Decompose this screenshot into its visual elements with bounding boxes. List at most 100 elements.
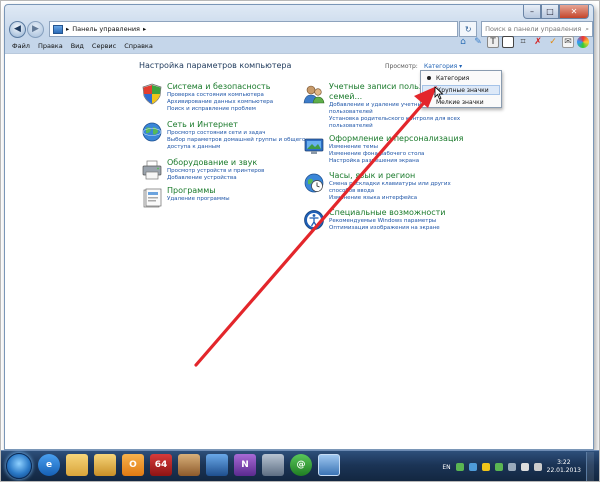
category-appearance: Оформление и персонализация Изменение те… (303, 134, 463, 165)
paint-icon[interactable] (178, 454, 200, 476)
address-bar[interactable]: ▸ Панель управления ▸ (48, 21, 459, 37)
category-link[interactable]: Архивирование данных компьютера (167, 99, 273, 106)
system-tray: EN 3:22 22.01.2013 (442, 451, 594, 482)
mouse-cursor-icon (434, 86, 444, 100)
clock-globe-icon[interactable] (303, 172, 325, 194)
shield-icon[interactable] (141, 83, 163, 105)
dropdown-item-label: Крупные значки (437, 86, 489, 94)
tray-app-icon[interactable] (494, 463, 503, 471)
email-icon[interactable]: @ (290, 454, 312, 476)
address-sep-arrow[interactable]: ▸ (143, 25, 146, 33)
category-link[interactable]: Выбор параметров домашней группы и общег… (167, 137, 305, 144)
pen-icon[interactable]: ✎ (472, 36, 484, 48)
accessibility-icon[interactable] (303, 209, 325, 231)
explorer-icon[interactable] (66, 454, 88, 476)
category-link[interactable]: Изменение языка интерфейса (329, 195, 451, 202)
category-title[interactable]: Специальные возможности (329, 208, 446, 218)
category-body: Сеть и Интернет Просмотр состояния сети … (167, 120, 305, 151)
category-link[interactable]: пользователей (329, 123, 460, 130)
rectangle-icon[interactable] (502, 36, 514, 48)
menu-edit[interactable]: Правка (38, 42, 63, 50)
volume-icon[interactable] (533, 463, 542, 471)
category-link[interactable]: доступа к данным (167, 144, 305, 151)
category-link[interactable]: Просмотр устройств и принтеров (167, 168, 264, 175)
clock-time: 3:22 (557, 459, 571, 466)
category-link[interactable]: Установка родительского контроля для все… (329, 116, 460, 123)
category-title[interactable]: Система и безопасность (167, 82, 273, 92)
window-icon[interactable] (262, 454, 284, 476)
back-button[interactable]: ◀ (9, 20, 26, 38)
search-placeholder: Поиск в панели управления (485, 25, 582, 33)
category-link[interactable]: Оптимизация изображения на экране (329, 225, 446, 232)
printer-icon[interactable] (141, 159, 163, 181)
explorer-folder-icon[interactable] (94, 454, 116, 476)
category-body: Система и безопасность Проверка состояни… (167, 82, 273, 113)
category-link[interactable]: Рекомендуемые Windows параметры (329, 218, 446, 225)
category-link[interactable]: пользователей (329, 109, 460, 116)
color-wheel-icon[interactable] (577, 36, 589, 48)
language-indicator[interactable]: EN (442, 464, 450, 471)
category-title[interactable]: Часы, язык и регион (329, 171, 451, 181)
crop-icon[interactable]: ⌗ (517, 36, 529, 48)
view-label: Просмотр: (385, 63, 418, 70)
category-link[interactable]: Проверка состояния компьютера (167, 92, 273, 99)
check-icon[interactable]: ✓ (547, 36, 559, 48)
category-title[interactable]: Программы (167, 186, 230, 196)
category-clock-region: Часы, язык и регион Смена раскладки клав… (303, 171, 451, 202)
category-link[interactable]: способов ввода (329, 188, 451, 195)
category-body: Программы Удаление программы (167, 186, 230, 209)
tray-app-icon[interactable] (468, 463, 477, 471)
menu-tools[interactable]: Сервис (92, 42, 116, 50)
close-button[interactable]: ✕ (559, 5, 589, 19)
address-item[interactable]: Панель управления (72, 25, 140, 33)
category-title[interactable]: Оформление и персонализация (329, 134, 463, 144)
delete-icon[interactable]: ✗ (532, 36, 544, 48)
globe-network-icon[interactable] (141, 121, 163, 143)
forward-button[interactable]: ▶ (26, 20, 44, 38)
mail-icon[interactable]: ✉ (562, 36, 574, 48)
category-title[interactable]: Сеть и Интернет (167, 120, 305, 130)
clock[interactable]: 3:22 22.01.2013 (547, 459, 581, 475)
appearance-icon[interactable] (303, 135, 325, 157)
maximize-button[interactable]: □ (541, 5, 559, 19)
menu-help[interactable]: Справка (124, 42, 153, 50)
outlook-icon[interactable]: O (122, 454, 144, 476)
dropdown-item-small-icons[interactable]: Мелкие значки (421, 97, 501, 107)
refresh-button[interactable]: ↻ (459, 21, 478, 37)
control-panel-icon[interactable] (318, 454, 340, 476)
minimize-button[interactable]: – (523, 5, 541, 19)
text-icon[interactable]: T (487, 36, 499, 48)
menu-view[interactable]: Вид (71, 42, 84, 50)
menu-file[interactable]: Файл (12, 42, 30, 50)
ie-icon[interactable]: e (38, 454, 60, 476)
search-input[interactable]: Поиск в панели управления ⌕ (481, 21, 593, 37)
monitor-icon[interactable] (206, 454, 228, 476)
flag-icon[interactable] (507, 463, 516, 471)
category-link[interactable]: Просмотр состояния сети и задач (167, 130, 305, 137)
home-icon[interactable]: ⌂ (457, 36, 469, 48)
category-link[interactable]: Изменение темы (329, 144, 463, 151)
tray-app-icon[interactable] (455, 463, 464, 471)
users-icon[interactable] (303, 83, 325, 105)
category-link[interactable]: Изменение фона рабочего стола (329, 151, 463, 158)
tray-app-icon[interactable] (481, 463, 490, 471)
category-link[interactable]: Добавление устройства (167, 175, 264, 182)
dropdown-item-label: Категория (436, 74, 470, 82)
address-root-arrow[interactable]: ▸ (66, 25, 69, 33)
game64-icon[interactable]: 64 (150, 454, 172, 476)
category-link[interactable]: Настройка разрешения экрана (329, 158, 463, 165)
start-button[interactable] (6, 453, 32, 479)
category-title[interactable]: Оборудование и звук (167, 158, 264, 168)
programs-icon[interactable] (141, 187, 163, 209)
view-selector[interactable]: Категория ▾ (424, 63, 462, 70)
onenote-icon[interactable]: N (234, 454, 256, 476)
category-link[interactable]: Поиск и исправление проблем (167, 106, 273, 113)
page-title: Настройка параметров компьютера (139, 61, 292, 70)
network-icon[interactable] (520, 463, 529, 471)
content-area: Настройка параметров компьютера Просмотр… (5, 53, 593, 449)
category-link[interactable]: Смена раскладки клавиатуры или других (329, 181, 451, 188)
show-desktop-button[interactable] (586, 452, 594, 482)
category-link[interactable]: Удаление программы (167, 196, 230, 203)
taskbar: e O 64 N @ EN 3:22 22.01.2013 (0, 450, 600, 482)
dropdown-item-category[interactable]: Категория (421, 73, 501, 83)
